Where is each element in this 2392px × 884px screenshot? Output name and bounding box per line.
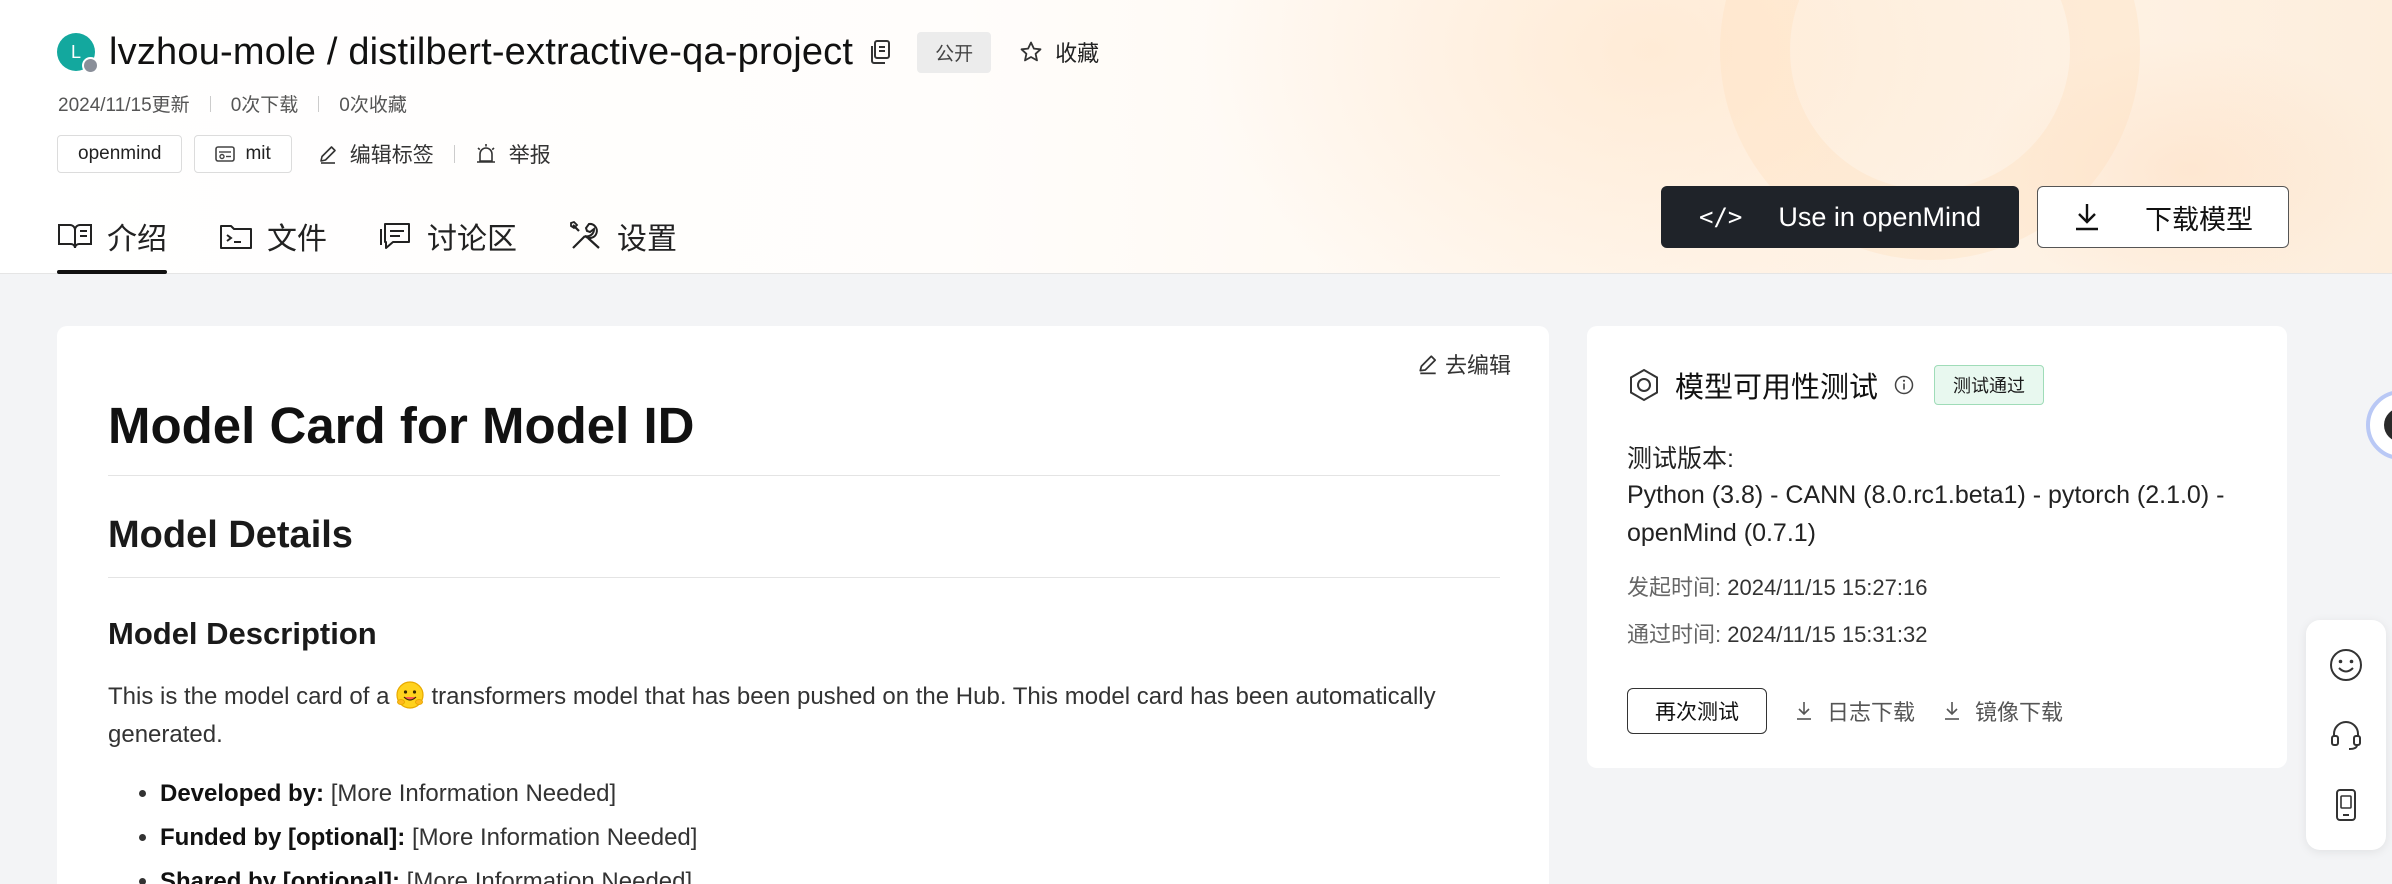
download-button-label: 下载模型 [2145,204,2253,235]
model-card-panel: 去编辑 Model Card for Model ID Model Detail… [57,326,1549,884]
assistant-icon [2384,408,2392,442]
list-key: Funded by [optional]: [160,824,406,851]
download-model-button[interactable]: 下载模型 [2037,186,2289,248]
subsection-heading: Model Description [108,616,377,651]
start-time-row: 发起时间: 2024/11/15 15:27:16 [1627,570,1927,602]
repo-title: lvzhou-mole / distilbert-extractive-qa-p… [109,30,854,73]
user-badge-icon [82,57,99,74]
pass-time-row: 通过时间: 2024/11/15 15:31:32 [1627,617,1927,649]
download-icon [1945,702,1960,720]
divider [209,95,211,112]
tab-files[interactable]: 文件 [219,205,327,267]
paragraph-text: This is the model card of a [108,683,390,710]
panel-header: 模型可用性测试 测试通过 [1627,364,2045,406]
headset-icon[interactable] [2328,717,2364,753]
download-icon [2076,204,2098,231]
tab-discussion[interactable]: 讨论区 [379,205,517,267]
list-key: Developed by: [160,780,325,807]
list-value: [More Information Needed] [330,780,617,807]
tab-label: 讨论区 [427,223,517,256]
tag-license[interactable]: mit [194,135,292,173]
edit-tags-label: 编辑标签 [349,144,434,167]
chat-icon [380,223,410,249]
section-heading: Model Details [108,514,1500,578]
log-download-button[interactable]: 日志下载 [1795,695,1915,727]
hugging-face-emoji-icon [396,681,425,709]
pass-time-label: 通过时间: [1627,622,1722,647]
description-paragraph: This is the model card of a transformers… [108,678,1500,754]
status-badge: 测试通过 [1934,365,2045,405]
assistant-button[interactable] [2366,390,2392,460]
visibility-badge: 公开 [917,31,992,73]
floating-toolbar [2306,620,2386,850]
hexagon-icon [1630,368,1658,402]
start-time-value: 2024/11/15 15:27:16 [1727,575,1928,600]
avatar[interactable]: L [57,33,99,74]
use-in-openmind-button[interactable]: </> Use in openMind [1661,186,2019,248]
divider [318,95,320,112]
availability-test-panel: 模型可用性测试 测试通过 测试版本: Python (3.8) - CANN (… [1587,326,2287,768]
tools-icon [570,220,600,249]
retest-button[interactable]: 再次测试 [1627,688,1767,734]
list-item: Developed by: [More Information Needed] [160,772,1500,816]
star-icon [1020,41,1042,62]
report-label: 举报 [508,144,551,167]
title-row: L lvzhou-mole / distilbert-extractive-qa… [57,28,1099,76]
favorite-label: 收藏 [1055,41,1100,66]
log-download-label: 日志下载 [1827,700,1916,725]
updated-date: 2024/11/15更新 [58,95,190,116]
panel-title: 模型可用性测试 [1675,372,1879,404]
divider [453,145,455,163]
list-key: Shared by [optional]: [160,868,400,884]
image-download-label: 镜像下载 [1975,700,2064,725]
pass-time-value: 2024/11/15 15:31:32 [1727,622,1928,647]
tab-label: 介绍 [107,223,167,256]
folder-terminal-icon [220,225,252,249]
favorite-count: 0次收藏 [339,95,407,116]
pencil-icon [1419,355,1437,375]
go-edit-label: 去编辑 [1444,353,1511,378]
tab-label: 设置 [617,223,677,256]
version-label: 测试版本: [1627,445,1734,473]
pencil-icon [319,146,336,164]
list-value: [More Information Needed] [411,824,698,851]
list-item: Shared by [optional]: [More Information … [160,860,1500,884]
tags-row: openmind mit 编辑标签 举报 [57,135,551,173]
start-time-label: 发起时间: [1627,575,1722,600]
repo-meta: 2024/11/15更新 0次下载 0次收藏 [58,90,407,117]
avatar-letter: L [70,41,81,62]
list-item: Funded by [optional]: [More Information … [160,816,1500,860]
edit-tags-button[interactable]: 编辑标签 [318,139,434,169]
phone-icon[interactable] [2328,787,2364,823]
favorite-button[interactable]: 收藏 [1019,36,1099,68]
version-value: Python (3.8) - CANN (8.0.rc1.beta1) - py… [1627,481,2225,547]
tag-label: openmind [78,143,162,164]
book-icon [58,224,92,249]
download-count: 0次下载 [230,95,299,116]
panel-actions: 再次测试 日志下载 镜像下载 [1627,688,2063,734]
tab-settings[interactable]: 设置 [569,205,677,267]
alarm-icon [476,144,495,163]
markdown-content: Model Card for Model ID Model Details Mo… [108,396,1500,884]
code-icon: </> [1699,203,1743,231]
download-icon [1797,702,1811,720]
license-icon [215,146,236,162]
image-download-button[interactable]: 镜像下载 [1943,695,2063,727]
info-icon[interactable] [1894,375,1914,395]
tag-openmind[interactable]: openmind [57,135,183,173]
go-edit-button[interactable]: 去编辑 [1417,348,1511,380]
list-value: [More Information Needed] [406,868,693,884]
report-button[interactable]: 举报 [475,139,551,169]
tag-label: mit [245,143,271,164]
tab-label: 文件 [267,223,327,256]
page-title: Model Card for Model ID [108,396,1500,476]
copy-icon[interactable] [869,39,893,65]
tab-intro[interactable]: 介绍 [57,205,167,274]
smile-icon[interactable] [2328,647,2364,683]
use-button-label: Use in openMind [1778,201,1981,232]
details-list: Developed by: [More Information Needed] … [108,772,1500,884]
tab-bar: 介绍 文件 讨论区 设置 [57,205,729,274]
